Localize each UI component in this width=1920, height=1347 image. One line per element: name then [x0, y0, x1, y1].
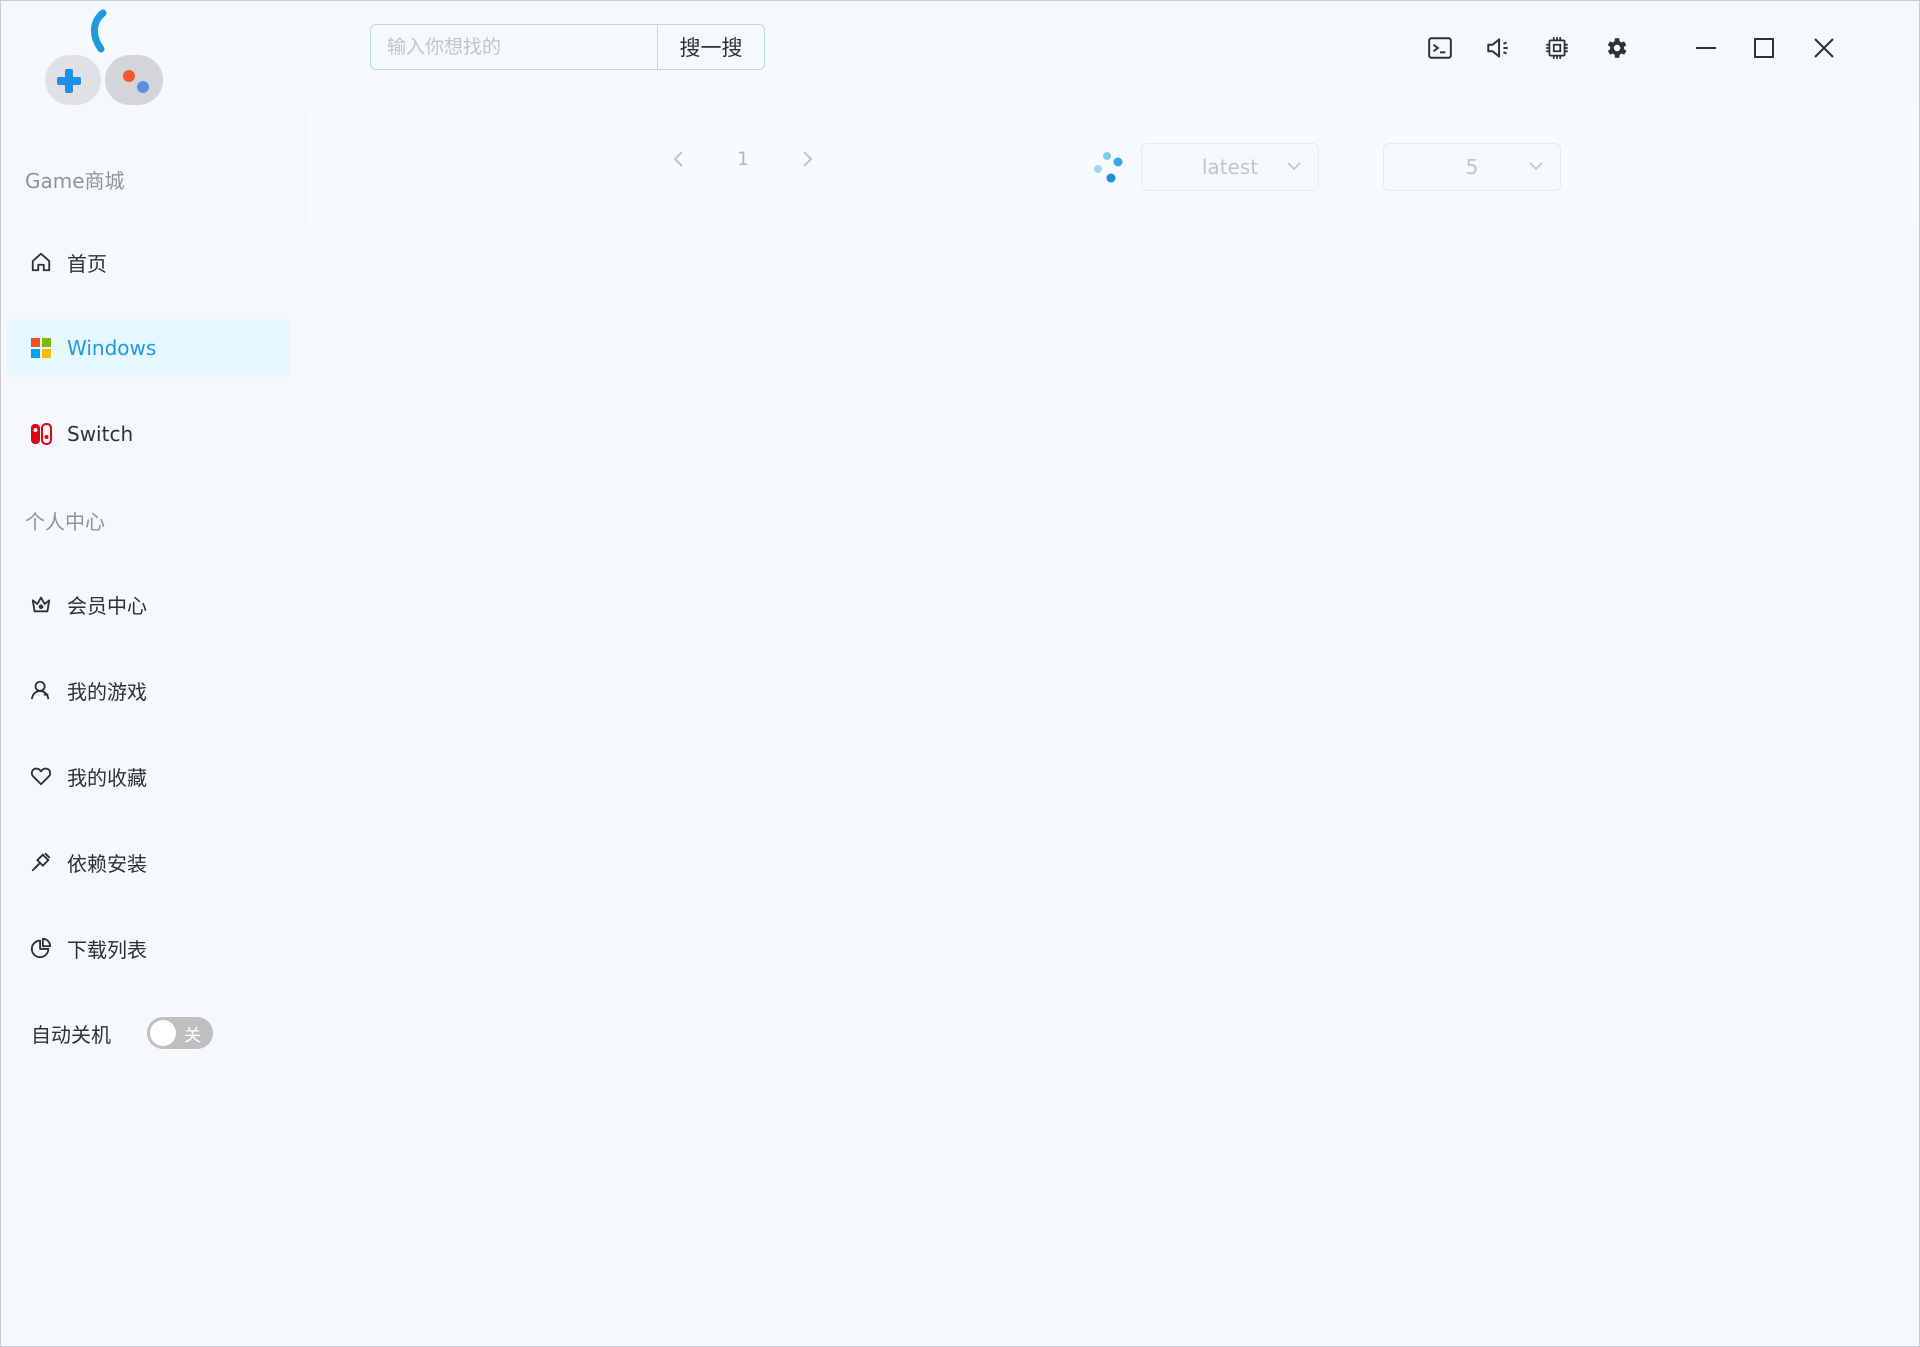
nintendo-switch-icon: [29, 422, 53, 446]
sidebar-item-windows[interactable]: Windows: [7, 319, 290, 377]
sidebar-item-label: 首页: [67, 251, 107, 276]
terminal-icon[interactable]: [1427, 35, 1453, 61]
sort-select-value: latest: [1201, 155, 1259, 179]
sidebar-item-label: 会员中心: [67, 593, 147, 618]
sidebar-item-home[interactable]: 首页: [7, 233, 290, 291]
page-size-select-value: 5: [1465, 155, 1479, 179]
sidebar-item-label: 我的收藏: [67, 765, 147, 790]
sidebar-item-membership[interactable]: 会员中心: [7, 575, 290, 633]
gamepad-logo-icon: [45, 9, 163, 105]
sidebar-item-downloads[interactable]: 下载列表: [7, 919, 290, 977]
chevron-down-icon: [1529, 162, 1543, 171]
sidebar-item-label: Switch: [67, 422, 134, 446]
auto-shutdown-label: 自动关机: [31, 1022, 111, 1047]
close-icon[interactable]: [1807, 31, 1841, 65]
search-bar: 搜一搜: [370, 24, 765, 70]
loading-spinner-icon: [1094, 152, 1123, 183]
pie-chart-icon: [29, 936, 53, 960]
plug-icon: [29, 850, 53, 874]
sidebar-item-label: Windows: [67, 336, 157, 360]
page-number[interactable]: 1: [737, 148, 749, 170]
prev-page-icon[interactable]: [667, 147, 691, 171]
pagination: 1: [667, 147, 819, 171]
sidebar-item-label: 下载列表: [67, 937, 147, 962]
group-title-store: Game商城: [25, 169, 125, 193]
minimize-icon[interactable]: [1689, 31, 1723, 65]
cpu-icon[interactable]: [1544, 35, 1570, 61]
sidebar-item-label: 我的游戏: [67, 679, 147, 704]
volume-icon[interactable]: [1485, 35, 1511, 61]
auto-shutdown-row: 自动关机 关: [31, 1017, 213, 1049]
page-size-select[interactable]: 5: [1383, 143, 1561, 191]
home-icon: [29, 250, 53, 274]
chevron-down-icon: [1287, 162, 1301, 171]
app-window: Game商城 首页 Windows Switch 个人中心 会员中心 我的游戏 …: [0, 0, 1920, 1347]
maximize-icon[interactable]: [1747, 31, 1781, 65]
toggle-state-label: 关: [184, 1026, 201, 1046]
sidebar-item-my-games[interactable]: 我的游戏: [7, 661, 290, 719]
windows-logo-icon: [29, 336, 53, 360]
crown-icon: [29, 592, 53, 616]
search-input[interactable]: [370, 24, 657, 70]
toggle-knob: [150, 1020, 176, 1046]
heart-icon: [29, 764, 53, 788]
user-icon: [29, 678, 53, 702]
sidebar-item-favorites[interactable]: 我的收藏: [7, 747, 290, 805]
group-title-personal: 个人中心: [25, 510, 105, 534]
sort-select[interactable]: latest: [1141, 143, 1319, 191]
next-page-icon[interactable]: [795, 147, 819, 171]
sidebar-item-switch[interactable]: Switch: [7, 405, 290, 463]
auto-shutdown-toggle[interactable]: 关: [147, 1017, 213, 1049]
sidebar-item-label: 依赖安装: [67, 851, 147, 876]
sidebar-item-dependencies[interactable]: 依赖安装: [7, 833, 290, 891]
sidebar: Game商城 首页 Windows Switch 个人中心 会员中心 我的游戏 …: [1, 1, 301, 1346]
gear-icon[interactable]: [1603, 35, 1629, 61]
search-button[interactable]: 搜一搜: [657, 24, 765, 70]
